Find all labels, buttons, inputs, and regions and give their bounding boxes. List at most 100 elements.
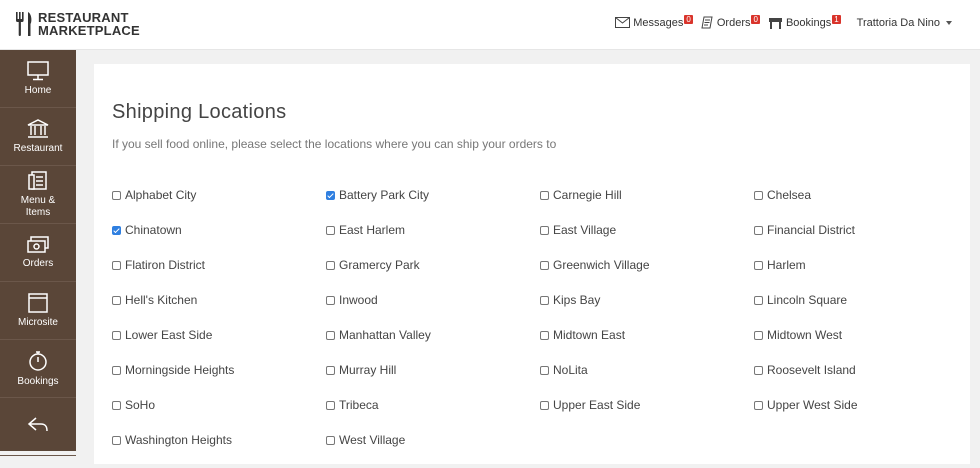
location-option[interactable]: Upper East Side (540, 398, 754, 412)
location-option[interactable]: Flatiron District (112, 258, 326, 272)
location-option[interactable]: Battery Park City (326, 188, 540, 202)
location-option[interactable]: East Harlem (326, 223, 540, 237)
location-checkbox[interactable] (754, 190, 763, 200)
bookings-link[interactable]: Bookings 1 (768, 15, 841, 29)
location-checkbox[interactable] (754, 365, 763, 375)
sidebar-item-orders[interactable]: Orders (0, 224, 76, 282)
location-option[interactable]: Tribeca (326, 398, 540, 412)
location-checkbox[interactable] (540, 400, 549, 410)
bookings-label: Bookings (785, 16, 832, 29)
location-checkbox[interactable] (112, 330, 121, 340)
location-option[interactable]: Hell's Kitchen (112, 293, 326, 307)
location-checkbox[interactable] (326, 190, 335, 200)
location-option[interactable]: Morningside Heights (112, 363, 326, 377)
brand-name-line2: MARKETPLACE (38, 23, 140, 38)
location-checkbox[interactable] (112, 365, 121, 375)
chevron-down-icon (946, 20, 952, 25)
location-option[interactable]: Harlem (754, 258, 968, 272)
location-option[interactable]: NoLita (540, 363, 754, 377)
location-option[interactable]: Midtown West (754, 328, 968, 342)
location-label: Financial District (767, 223, 856, 237)
sidebar-item-menu[interactable]: Menu & Items (0, 166, 76, 224)
sidebar-item-microsite[interactable]: Microsite (0, 282, 76, 340)
location-option[interactable]: Carnegie Hill (540, 188, 754, 202)
location-checkbox[interactable] (326, 435, 335, 445)
table-icon (768, 17, 782, 29)
location-option[interactable]: Roosevelt Island (754, 363, 968, 377)
location-checkbox[interactable] (540, 330, 549, 340)
location-option[interactable]: West Village (326, 433, 540, 447)
location-checkbox[interactable] (540, 295, 549, 305)
user-menu[interactable]: Trattoria Da Nino (857, 17, 952, 29)
location-option[interactable]: Lincoln Square (754, 293, 968, 307)
fork-knife-icon (16, 12, 32, 36)
location-checkbox[interactable] (326, 225, 335, 235)
location-checkbox[interactable] (754, 330, 763, 340)
brand-logo[interactable]: RESTAURANT MARKETPLACE (14, 11, 140, 37)
location-option[interactable]: Chinatown (112, 223, 326, 237)
bookings-badge: 1 (832, 15, 841, 24)
location-option[interactable]: Chelsea (754, 188, 968, 202)
location-checkbox[interactable] (754, 225, 763, 235)
location-label: East Village (553, 223, 617, 237)
location-option[interactable]: Inwood (326, 293, 540, 307)
back-icon (27, 416, 48, 431)
location-checkbox[interactable] (540, 365, 549, 375)
location-label: Carnegie Hill (553, 188, 622, 202)
sidebar-item-label: Restaurant (13, 142, 63, 154)
location-checkbox[interactable] (112, 435, 121, 445)
location-option[interactable]: Washington Heights (112, 433, 326, 447)
location-checkbox[interactable] (540, 260, 549, 270)
top-bar: RESTAURANT MARKETPLACE Messages 0 Orders… (0, 0, 980, 50)
location-label: Chelsea (767, 188, 812, 202)
location-label: Upper East Side (553, 398, 641, 412)
location-option[interactable]: Financial District (754, 223, 968, 237)
sidebar-item-label: Bookings (17, 375, 59, 387)
location-option[interactable]: Lower East Side (112, 328, 326, 342)
location-option[interactable]: Manhattan Valley (326, 328, 540, 342)
location-checkbox[interactable] (754, 295, 763, 305)
location-option[interactable]: East Village (540, 223, 754, 237)
sidebar-item-back[interactable] (0, 398, 76, 456)
location-checkbox[interactable] (112, 295, 121, 305)
location-label: Greenwich Village (553, 258, 650, 272)
location-checkbox[interactable] (540, 190, 549, 200)
location-label: Flatiron District (125, 258, 206, 272)
location-label: Gramercy Park (339, 258, 420, 272)
location-option[interactable]: Kips Bay (540, 293, 754, 307)
location-checkbox[interactable] (112, 190, 121, 200)
location-label: Morningside Heights (125, 363, 235, 377)
location-option[interactable]: Midtown East (540, 328, 754, 342)
page-subtitle: If you sell food online, please select t… (112, 137, 557, 151)
sidebar-item-label: Home (24, 84, 52, 96)
location-option[interactable]: Greenwich Village (540, 258, 754, 272)
location-checkbox[interactable] (754, 400, 763, 410)
location-label: Upper West Side (767, 398, 858, 412)
messages-link[interactable]: Messages 0 (615, 15, 693, 29)
location-checkbox[interactable] (112, 400, 121, 410)
location-option[interactable]: Gramercy Park (326, 258, 540, 272)
location-label: Tribeca (339, 398, 379, 412)
location-option[interactable]: SoHo (112, 398, 326, 412)
location-label: Inwood (339, 293, 378, 307)
location-checkbox[interactable] (754, 260, 763, 270)
sidebar-item-restaurant[interactable]: Restaurant (0, 108, 76, 166)
location-checkbox[interactable] (112, 225, 121, 235)
location-option[interactable]: Upper West Side (754, 398, 968, 412)
location-option[interactable]: Alphabet City (112, 188, 326, 202)
page-title: Shipping Locations (112, 101, 287, 123)
sidebar-item-home[interactable]: Home (0, 50, 76, 108)
sidebar: Home Restaurant Menu & Items Orders Micr… (0, 50, 76, 456)
location-checkbox[interactable] (326, 365, 335, 375)
location-checkbox[interactable] (326, 400, 335, 410)
location-checkbox[interactable] (326, 260, 335, 270)
location-label: Murray Hill (339, 363, 397, 377)
location-option[interactable]: Murray Hill (326, 363, 540, 377)
orders-link[interactable]: Orders 0 (701, 15, 760, 29)
location-checkbox[interactable] (112, 260, 121, 270)
sidebar-item-bookings[interactable]: Bookings (0, 340, 76, 398)
location-checkbox[interactable] (326, 295, 335, 305)
location-label: NoLita (553, 363, 588, 377)
location-checkbox[interactable] (540, 225, 549, 235)
location-checkbox[interactable] (326, 330, 335, 340)
